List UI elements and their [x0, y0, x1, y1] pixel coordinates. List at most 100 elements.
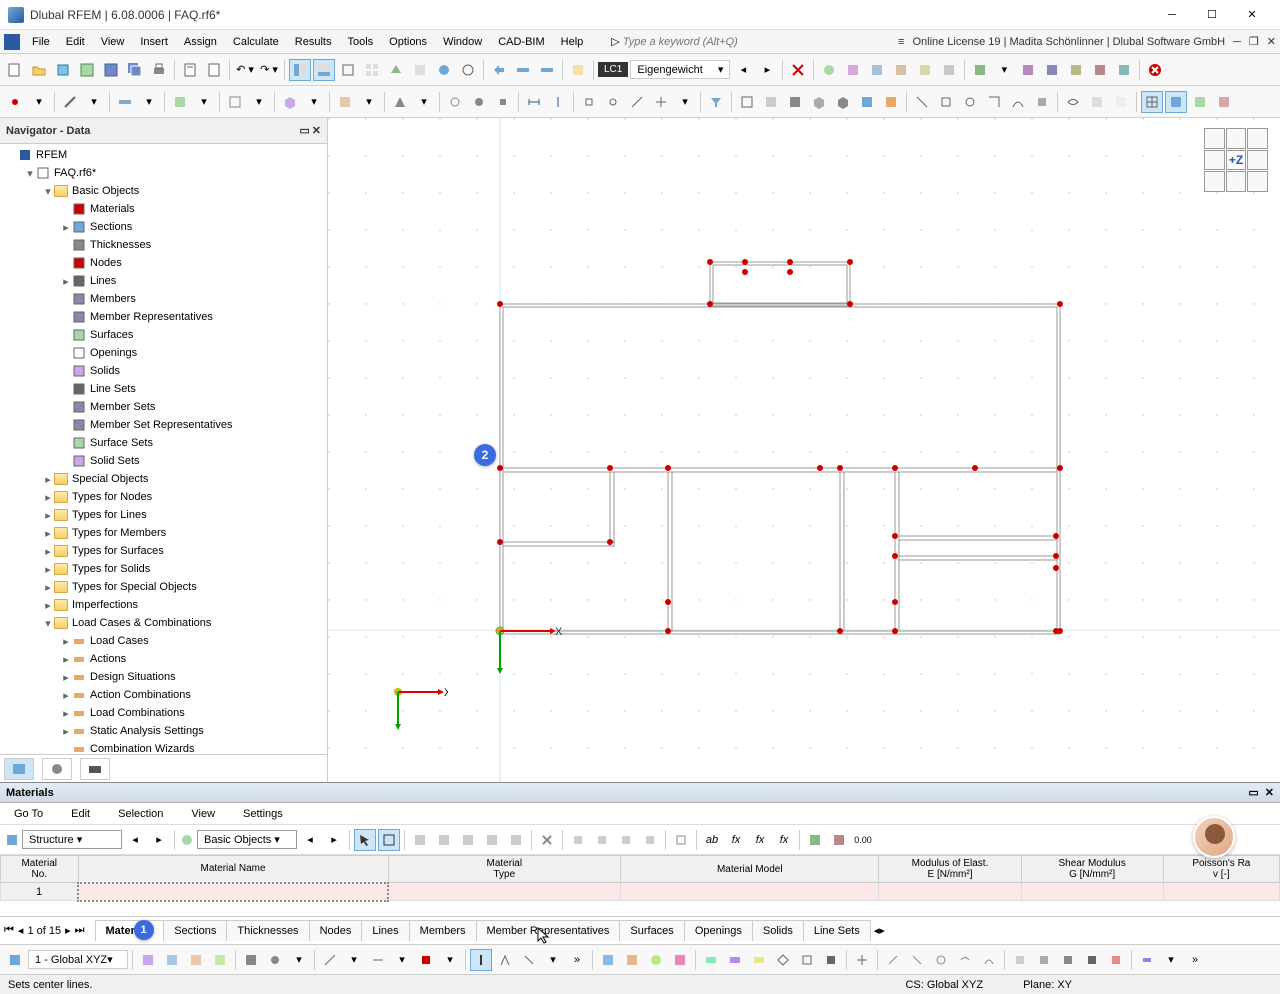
menu-insert[interactable]: Insert [132, 30, 176, 53]
print-icon[interactable] [148, 59, 170, 81]
tab-sections[interactable]: Sections [163, 920, 227, 941]
tree-item[interactable]: ▸Load Combinations [0, 704, 327, 722]
bp-tool1-icon[interactable] [409, 829, 431, 851]
panel-close-icon[interactable]: ✕ [1265, 786, 1274, 799]
tree-item[interactable]: ▸Types for Lines [0, 506, 327, 524]
tree-item[interactable]: Members [0, 290, 327, 308]
tree-item[interactable]: Materials [0, 200, 327, 218]
surface-icon[interactable] [169, 91, 191, 113]
menu-results[interactable]: Results [287, 30, 340, 53]
sel3-icon[interactable] [959, 91, 981, 113]
menu-cadbim[interactable]: CAD-BIM [490, 30, 552, 53]
dropdown4-icon[interactable]: ▾ [193, 91, 215, 113]
tree-item[interactable]: Member Set Representatives [0, 416, 327, 434]
license-text[interactable]: Online License 19 | Madita Schönlinner |… [912, 36, 1225, 48]
hinge2-icon[interactable] [468, 91, 490, 113]
bp-op1-icon[interactable] [567, 829, 589, 851]
menu-view[interactable]: View [93, 30, 133, 53]
new-file-icon[interactable] [4, 59, 26, 81]
tool-k-icon[interactable] [1065, 59, 1087, 81]
tab-openings[interactable]: Openings [684, 920, 753, 941]
opening-icon[interactable] [224, 91, 246, 113]
tree-item[interactable]: Line Sets [0, 380, 327, 398]
model-viewport[interactable]: X +Z X Y 2 [328, 118, 1280, 782]
tree-item[interactable]: Surface Sets [0, 434, 327, 452]
sel6-icon[interactable] [1031, 91, 1053, 113]
tree-item[interactable]: Solids [0, 362, 327, 380]
tree-item[interactable]: Solid Sets [0, 452, 327, 470]
tree-item[interactable]: ▾Load Cases & Combinations [0, 614, 327, 632]
tree-item[interactable]: ▸Sections [0, 218, 327, 236]
tab-member-reps[interactable]: Member Representatives [476, 920, 621, 941]
tree-item[interactable]: ▸Types for Special Objects [0, 578, 327, 596]
snap4-icon[interactable] [650, 91, 672, 113]
snap2-icon[interactable] [602, 91, 624, 113]
tab-linesets[interactable]: Line Sets [803, 920, 871, 941]
tree-item[interactable]: Member Sets [0, 398, 327, 416]
pager-last-icon[interactable]: ⏭ [75, 924, 85, 937]
open-file-icon[interactable] [28, 59, 50, 81]
tab-members[interactable]: Members [409, 920, 477, 941]
solid-icon[interactable] [279, 91, 301, 113]
tool-m-icon[interactable] [1113, 59, 1135, 81]
block-icon[interactable] [52, 59, 74, 81]
tree-item[interactable]: ▸Static Analysis Settings [0, 722, 327, 740]
tool-j-icon[interactable] [1041, 59, 1063, 81]
undo-icon[interactable]: ↶ ▾ [234, 59, 256, 81]
pager-next-icon[interactable]: ▸ [65, 924, 71, 937]
tab-surfaces[interactable]: Surfaces [619, 920, 684, 941]
loadcase-nav3-icon[interactable] [536, 59, 558, 81]
render5-icon[interactable] [832, 91, 854, 113]
cat-prev-icon[interactable]: ◂ [124, 829, 146, 851]
tool-c-icon[interactable] [866, 59, 888, 81]
bp-op4-icon[interactable] [639, 829, 661, 851]
support-icon[interactable] [389, 91, 411, 113]
dropdown3-icon[interactable]: ▾ [138, 91, 160, 113]
vis3-icon[interactable] [1110, 91, 1132, 113]
bp-menu-selection[interactable]: Selection [110, 803, 171, 824]
render7-icon[interactable] [880, 91, 902, 113]
menu-help[interactable]: Help [553, 30, 592, 53]
table-row[interactable]: 1 [1, 883, 1280, 901]
bp-fx1-icon[interactable]: ab [701, 829, 723, 851]
show-navigator-icon[interactable] [289, 59, 311, 81]
display-option2-icon[interactable] [1189, 91, 1211, 113]
sel2-icon[interactable] [935, 91, 957, 113]
window-close-icon[interactable]: ✕ [1267, 35, 1276, 48]
tree-item[interactable]: ▸Action Combinations [0, 686, 327, 704]
view5-icon[interactable] [433, 59, 455, 81]
tree-item[interactable]: Surfaces [0, 326, 327, 344]
tool-e-icon[interactable] [914, 59, 936, 81]
dropdown2-icon[interactable]: ▾ [83, 91, 105, 113]
dropdown6-icon[interactable]: ▾ [303, 91, 325, 113]
redo-icon[interactable]: ↷ ▾ [258, 59, 280, 81]
tool-i-icon[interactable] [1017, 59, 1039, 81]
panel-float-icon[interactable]: ▭ [1248, 786, 1258, 799]
vis2-icon[interactable] [1086, 91, 1108, 113]
cat-next-icon[interactable]: ▸ [148, 829, 170, 851]
view4-icon[interactable] [409, 59, 431, 81]
bp-menu-goto[interactable]: Go To [6, 803, 51, 824]
display-option1-icon[interactable] [1165, 91, 1187, 113]
menu-edit[interactable]: Edit [58, 30, 93, 53]
tab-thicknesses[interactable]: Thicknesses [226, 920, 309, 941]
tree-item[interactable]: ▾FAQ.rf6* [0, 164, 327, 182]
nav-tab-views[interactable] [80, 758, 110, 780]
loadcase-select[interactable]: Eigengewicht▾ [630, 60, 730, 79]
sel4-icon[interactable] [983, 91, 1005, 113]
tree-item[interactable]: Thicknesses [0, 236, 327, 254]
category-select-1[interactable]: Structure ▾ [22, 830, 122, 849]
bp-op3-icon[interactable] [615, 829, 637, 851]
grid-icon[interactable] [1141, 91, 1163, 113]
render1-icon[interactable] [736, 91, 758, 113]
member-icon[interactable] [114, 91, 136, 113]
minimize-button[interactable]: ─ [1152, 1, 1192, 29]
bp-num-icon[interactable]: 0.00 [852, 829, 874, 851]
bp-color1-icon[interactable] [804, 829, 826, 851]
loadcase-nav1-icon[interactable] [488, 59, 510, 81]
tab-nodes[interactable]: Nodes [309, 920, 363, 941]
keyword-search[interactable] [623, 36, 823, 48]
window-minimize-icon[interactable]: ─ [1233, 36, 1241, 48]
bp-collapse-icon[interactable] [670, 829, 692, 851]
select-mode2-icon[interactable] [378, 829, 400, 851]
